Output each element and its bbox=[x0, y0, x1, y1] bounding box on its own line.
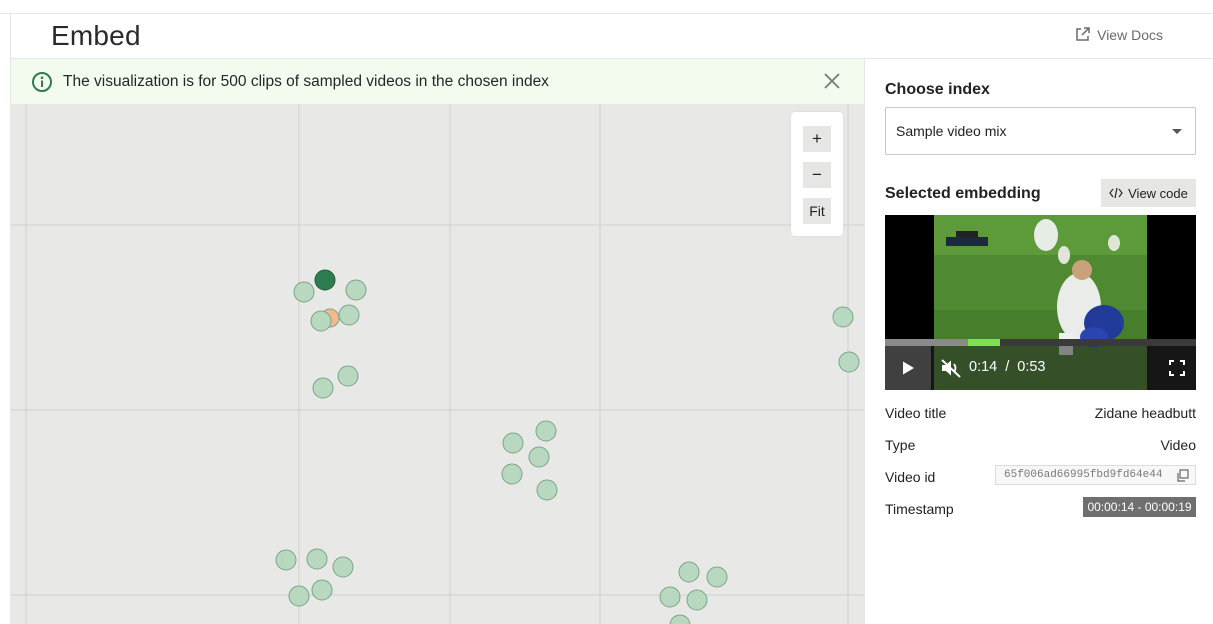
meta-type-key: Type bbox=[885, 437, 916, 453]
selected-embedding-point[interactable] bbox=[314, 269, 336, 291]
zoom-out-button[interactable]: − bbox=[803, 162, 831, 188]
scatter-points[interactable] bbox=[275, 269, 860, 624]
embedding-point[interactable] bbox=[275, 549, 297, 571]
meta-row-timestamp: Timestamp 00:00:14 - 00:00:19 bbox=[885, 497, 1196, 521]
embedding-point[interactable] bbox=[659, 586, 681, 608]
app-window: Embed View Docs The visualization is for… bbox=[0, 0, 1213, 624]
meta-row-video-id: Video id 65f006ad66995fbd9fd64e44 bbox=[885, 465, 1196, 489]
mute-button[interactable] bbox=[931, 346, 971, 390]
meta-row-title: Video title Zidane headbutt bbox=[885, 401, 1196, 425]
view-code-label: View code bbox=[1128, 185, 1188, 201]
embedding-point[interactable] bbox=[332, 556, 354, 578]
embedding-point[interactable] bbox=[288, 585, 310, 607]
index-select[interactable]: Sample video mix bbox=[885, 107, 1196, 155]
view-docs-label: View Docs bbox=[1097, 26, 1163, 43]
embedding-point[interactable] bbox=[528, 446, 550, 468]
zoom-controls: + − Fit bbox=[791, 112, 843, 236]
video-id-box[interactable]: 65f006ad66995fbd9fd64e44 bbox=[995, 465, 1196, 485]
embedding-point[interactable] bbox=[669, 614, 691, 624]
embedding-point[interactable] bbox=[345, 279, 367, 301]
meta-title-value: Zidane headbutt bbox=[1094, 405, 1196, 421]
embedding-point[interactable] bbox=[706, 566, 728, 588]
embedding-point[interactable] bbox=[832, 306, 854, 328]
fit-button[interactable]: Fit bbox=[803, 198, 831, 224]
visualization-area: The visualization is for 500 clips of sa… bbox=[11, 59, 864, 624]
meta-type-value: Video bbox=[1160, 437, 1196, 453]
choose-index-label: Choose index bbox=[885, 81, 990, 98]
time-separator: / bbox=[1005, 359, 1010, 375]
meta-row-type: Type Video bbox=[885, 433, 1196, 457]
code-icon bbox=[1109, 187, 1123, 199]
video-time: 0:14 / 0:53 bbox=[969, 359, 1046, 375]
external-link-icon bbox=[1074, 26, 1091, 43]
timestamp-badge: 00:00:14 - 00:00:19 bbox=[1083, 497, 1196, 517]
duration: 0:53 bbox=[1017, 359, 1046, 375]
current-time: 0:14 bbox=[969, 359, 998, 375]
scatter-canvas[interactable] bbox=[11, 104, 864, 624]
fullscreen-icon[interactable] bbox=[1168, 359, 1186, 377]
copy-icon[interactable] bbox=[1176, 469, 1189, 482]
page-title: Embed bbox=[51, 20, 141, 51]
page-header: Embed View Docs bbox=[11, 14, 1213, 59]
zoom-in-button[interactable]: + bbox=[803, 126, 831, 152]
view-docs-link[interactable]: View Docs bbox=[1074, 26, 1163, 43]
embedding-point[interactable] bbox=[310, 310, 332, 332]
embedding-plot[interactable] bbox=[11, 104, 864, 624]
plot-grid bbox=[11, 104, 864, 624]
embedding-point[interactable] bbox=[536, 479, 558, 501]
embedding-point[interactable] bbox=[501, 463, 523, 485]
embedding-point[interactable] bbox=[337, 365, 359, 387]
index-select-value: Sample video mix bbox=[896, 123, 1007, 139]
view-code-button[interactable]: View code bbox=[1101, 179, 1196, 207]
video-progress-fill bbox=[968, 339, 1000, 346]
top-bar bbox=[0, 0, 1213, 14]
video-id-value: 65f006ad66995fbd9fd64e44 bbox=[1004, 469, 1163, 481]
muted-speaker-icon bbox=[941, 359, 961, 378]
embedding-point[interactable] bbox=[338, 304, 360, 326]
play-button[interactable] bbox=[885, 346, 931, 390]
sidebar-panel: Choose index Sample video mix Selected e… bbox=[864, 59, 1213, 624]
video-progress-buffer bbox=[885, 339, 968, 346]
embedding-point[interactable] bbox=[686, 589, 708, 611]
embedding-point[interactable] bbox=[312, 377, 334, 399]
embedding-point[interactable] bbox=[678, 561, 700, 583]
close-icon[interactable] bbox=[822, 71, 842, 91]
embedding-point[interactable] bbox=[306, 548, 328, 570]
video-player[interactable]: 0:14 / 0:53 bbox=[885, 215, 1196, 390]
info-banner: The visualization is for 500 clips of sa… bbox=[11, 59, 864, 104]
banner-text: The visualization is for 500 clips of sa… bbox=[63, 72, 549, 90]
embedding-point[interactable] bbox=[311, 579, 333, 601]
info-icon bbox=[32, 71, 52, 92]
embedding-point[interactable] bbox=[535, 420, 557, 442]
selected-embedding-label: Selected embedding bbox=[885, 185, 1041, 202]
meta-timestamp-key: Timestamp bbox=[885, 501, 954, 517]
embedding-point[interactable] bbox=[502, 432, 524, 454]
caret-down-icon bbox=[1172, 129, 1182, 134]
embedding-point[interactable] bbox=[293, 281, 315, 303]
video-controls: 0:14 / 0:53 bbox=[885, 346, 1196, 390]
play-icon bbox=[903, 361, 914, 375]
meta-title-key: Video title bbox=[885, 405, 947, 421]
meta-id-key: Video id bbox=[885, 469, 936, 485]
embedding-point[interactable] bbox=[838, 351, 860, 373]
